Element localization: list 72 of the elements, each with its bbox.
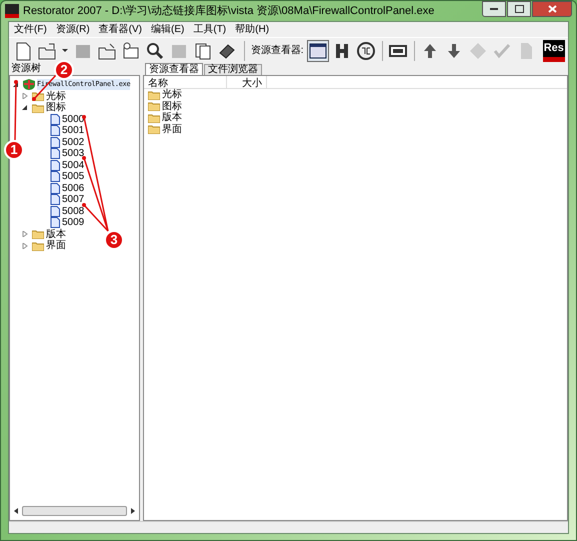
- tree-item[interactable]: 光标: [46, 90, 66, 102]
- column-header[interactable]: 名称: [144, 76, 227, 88]
- file-icon: [50, 125, 60, 136]
- panel-title: 资源树: [11, 63, 41, 75]
- shield-icon: [23, 79, 35, 90]
- file-icon: [50, 148, 60, 160]
- tree-item[interactable]: 5005: [62, 171, 84, 182]
- expanded-icon[interactable]: [22, 104, 28, 111]
- file-icon: [50, 160, 60, 171]
- folder-icon: [32, 240, 44, 251]
- menu-item[interactable]: 帮助(H): [235, 22, 270, 37]
- scrollbar-thumb[interactable]: [22, 506, 127, 516]
- leader-line: [14, 80, 18, 140]
- folder-icon: [148, 124, 160, 134]
- tree-item[interactable]: 5006: [62, 182, 84, 194]
- file-icon: [50, 206, 60, 217]
- menu-item[interactable]: 资源(R): [56, 22, 90, 37]
- maximize-button[interactable]: [507, 1, 531, 17]
- collapsed-icon[interactable]: [22, 231, 28, 238]
- file-icon: [50, 217, 60, 228]
- circle-icon: [356, 40, 376, 60]
- folder-icon: [148, 101, 160, 112]
- collapsed-icon[interactable]: [22, 242, 28, 249]
- minimize-button[interactable]: [482, 1, 506, 17]
- window-icon: [308, 40, 328, 60]
- tree-item[interactable]: 5003: [62, 148, 84, 160]
- file-icon: [50, 182, 60, 194]
- window-title: Restorator 2007 - D:\学习\动态链接库图标\vista 资源\08Ma\FirewallControlPanel.exe: [23, 4, 436, 19]
- file-icon: [50, 194, 60, 206]
- menu-item[interactable]: 工具(T): [193, 22, 226, 37]
- column-header[interactable]: 大小: [227, 76, 267, 88]
- tree-item[interactable]: 界面: [46, 240, 66, 252]
- menu-item[interactable]: 文件(F): [14, 22, 47, 37]
- menu-item[interactable]: 查看器(V): [98, 22, 142, 37]
- folder-icon: [97, 40, 118, 60]
- file-icon: [50, 171, 60, 182]
- folder-icon: [32, 229, 44, 240]
- scroll-left-icon[interactable]: [12, 507, 20, 515]
- maximize-icon: [514, 5, 524, 13]
- toolbar-button[interactable]: [306, 40, 329, 62]
- search-icon: [145, 40, 166, 60]
- diamond-icon: [468, 40, 488, 60]
- pages-icon: [193, 40, 214, 60]
- open-icon: [36, 40, 57, 60]
- minimize-icon: [490, 8, 498, 10]
- tab[interactable]: 文件浏览器: [204, 64, 262, 75]
- tree-item[interactable]: 5004: [62, 160, 84, 171]
- tree-item[interactable]: 5007: [62, 194, 84, 206]
- tree-item[interactable]: 5000: [62, 114, 84, 125]
- toolbar-button[interactable]: [356, 40, 377, 62]
- app-icon: [5, 4, 19, 18]
- menu-item[interactable]: 编辑(E): [151, 22, 184, 37]
- tree-item[interactable]: 图标: [46, 102, 66, 114]
- close-icon: [548, 5, 556, 13]
- scroll-right-icon[interactable]: [129, 507, 137, 515]
- tree-item[interactable]: 5009: [62, 217, 84, 228]
- horizontal-scrollbar[interactable]: [12, 504, 137, 518]
- folder-icon: [148, 90, 160, 100]
- tab[interactable]: 资源查看器: [145, 63, 203, 75]
- app-logo: Res: [542, 40, 565, 62]
- file-icon: [50, 136, 60, 148]
- toolbar-label: 资源查看器:: [250, 44, 304, 58]
- tree-item[interactable]: 5008: [62, 206, 84, 217]
- file-icon: [50, 114, 60, 125]
- caret-icon: [62, 49, 68, 52]
- tree-item[interactable]: 5002: [62, 136, 84, 148]
- tree-item[interactable]: 5001: [62, 125, 84, 136]
- tree-item[interactable]: 版本: [46, 228, 66, 240]
- folder-icon: [148, 112, 160, 123]
- collapsed-icon[interactable]: [22, 93, 28, 100]
- close-button[interactable]: [532, 1, 572, 17]
- folder-icon: [32, 102, 44, 113]
